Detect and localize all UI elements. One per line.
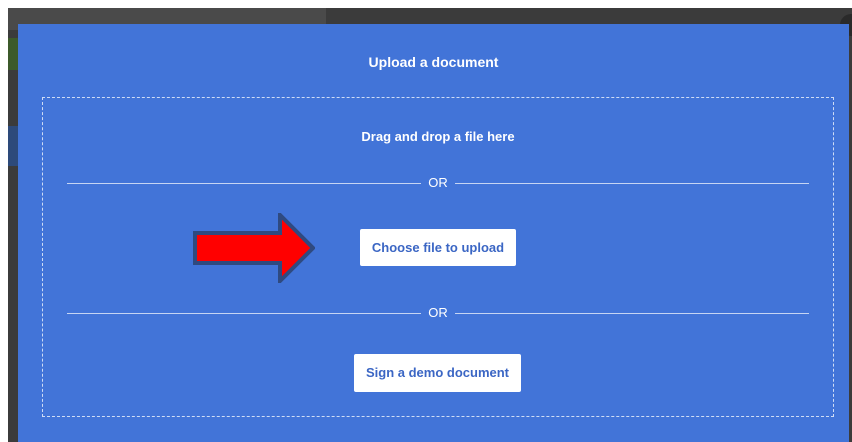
upload-modal: Upload a document Drag and drop a file h… bbox=[18, 24, 849, 442]
drop-instructions: Drag and drop a file here bbox=[361, 129, 515, 144]
divider-line bbox=[67, 183, 421, 184]
divider-line bbox=[455, 183, 809, 184]
choose-file-button[interactable]: Choose file to upload bbox=[360, 229, 516, 266]
arrow-shape bbox=[193, 213, 315, 283]
divider-line bbox=[455, 313, 809, 314]
divider-line bbox=[67, 313, 421, 314]
or-label: OR bbox=[428, 175, 448, 190]
or-divider: OR bbox=[67, 306, 809, 320]
red-arrow-icon bbox=[193, 213, 315, 283]
or-label: OR bbox=[428, 305, 448, 320]
sign-demo-button[interactable]: Sign a demo document bbox=[354, 354, 521, 392]
or-divider: OR bbox=[67, 176, 809, 190]
dropzone[interactable]: Drag and drop a file here OR Choose file… bbox=[42, 97, 834, 417]
modal-title: Upload a document bbox=[368, 54, 499, 70]
